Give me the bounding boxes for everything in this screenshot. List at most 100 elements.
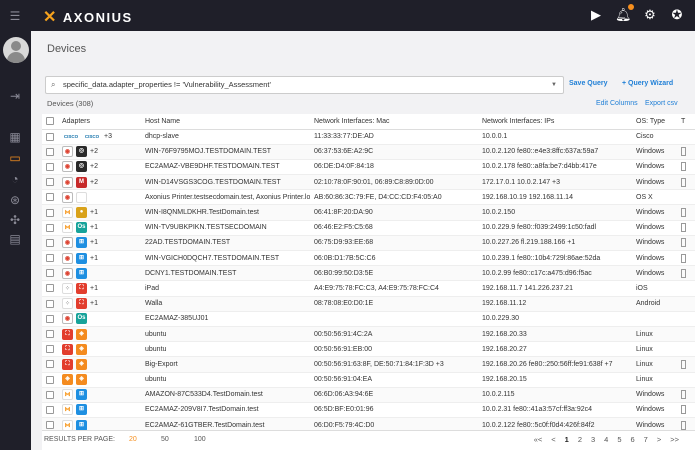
table-row[interactable]: ⁘ ⛶ +1 Walla 08:78:08:E0:D0:1E 192.168.11.12 A…	[42, 296, 695, 312]
row-checkbox[interactable]	[46, 178, 54, 187]
notifications-bell-icon[interactable]: 🔔︎	[615, 4, 634, 23]
chevron-down-icon[interactable]: ▼	[551, 77, 557, 93]
ips-cell: 10.0.2.31 fe80::41a3:57cf:ff3a:92c4	[478, 402, 632, 419]
page-link[interactable]: 7	[644, 435, 648, 444]
avatar[interactable]	[3, 37, 29, 63]
row-checkbox[interactable]	[46, 223, 54, 232]
ips-cell: 10.0.2.122 fe80::5c0f:f0d4:426f:84f2	[478, 417, 632, 430]
adapters-icon[interactable]: ✣	[8, 213, 22, 227]
row-checkbox[interactable]	[46, 147, 54, 156]
tag-indicator[interactable]	[681, 147, 686, 157]
table-row[interactable]: ⛶ ◈ ubuntu 00:50:56:91:EB:00 192.168.20.27 Li…	[42, 341, 695, 358]
row-checkbox[interactable]	[46, 421, 54, 430]
column-header-os-type[interactable]: OS: Type	[632, 114, 677, 130]
alerts-icon[interactable]: ⊛	[8, 193, 22, 207]
table-row[interactable]: ◉ Axonius Printer.testsecdomain.test, Axo…	[42, 189, 695, 206]
row-checkbox[interactable]	[46, 132, 54, 141]
page-link[interactable]: 4	[604, 435, 608, 444]
query-wizard-button[interactable]: + Query Wizard	[622, 80, 673, 87]
row-checkbox[interactable]	[46, 390, 54, 399]
row-checkbox[interactable]	[46, 360, 54, 369]
row-checkbox[interactable]	[46, 299, 54, 308]
mac-cell: 06:75:D9:93:EE:68	[310, 235, 478, 252]
table-row[interactable]: ◉ ⊞ DCNY1.TESTDOMAIN.TEST 06:B0:99:50:D3:5E…	[42, 265, 695, 282]
column-header-ips[interactable]: Network Interfaces: IPs	[478, 114, 632, 130]
row-checkbox[interactable]	[46, 405, 54, 414]
table-row[interactable]: ◉ ⊞ +1 WIN-VGICH0DQCH7.TESTDOMAIN.TEST 06:0B…	[42, 250, 695, 267]
row-checkbox[interactable]	[46, 162, 54, 171]
table-row[interactable]: ⋈ ● +1 WIN-I8QNMLDKHR.TestDomain.test 06:41:…	[42, 204, 695, 221]
page-size-option[interactable]: 100	[194, 436, 206, 443]
users-icon[interactable]: ◔	[8, 172, 22, 186]
page-size-option[interactable]: 20	[129, 436, 137, 443]
column-header-host-name[interactable]: Host Name	[141, 114, 310, 130]
first-page-button[interactable]: «<	[534, 435, 543, 444]
row-checkbox[interactable]	[46, 254, 54, 263]
page-link[interactable]: 2	[578, 435, 582, 444]
row-checkbox[interactable]	[46, 208, 54, 217]
row-checkbox[interactable]	[46, 284, 54, 293]
more-adapters-count: +2	[90, 148, 98, 156]
column-header-tags[interactable]: T	[677, 114, 695, 130]
table-row[interactable]: ◉ ⊞ +1 22AD.TESTDOMAIN.TEST 06:75:D9:93:EE:6…	[42, 235, 695, 252]
settings-gear-icon[interactable]: ⚙	[642, 7, 658, 23]
page-link[interactable]: 6	[631, 435, 635, 444]
tag-indicator[interactable]	[681, 162, 686, 172]
table-row[interactable]: ◉ M +2 WIN-D14VSGS3COG.TESTDOMAIN.TEST 02:10…	[42, 174, 695, 191]
table-row[interactable]: ⋈ Os +1 WIN-TV9UBKPIKN.TESTSECDOMAIN 06:46:E…	[42, 220, 695, 236]
tag-indicator[interactable]	[681, 253, 686, 263]
row-checkbox[interactable]	[46, 330, 54, 339]
tag-indicator[interactable]	[681, 238, 686, 248]
row-checkbox[interactable]	[46, 314, 54, 323]
tag-indicator[interactable]	[681, 208, 686, 218]
save-query-button[interactable]: Save Query	[569, 80, 608, 87]
table-row[interactable]: ⛶ ◈ ubuntu 00:50:56:91:4C:2A 192.168.20.33 Li…	[42, 326, 695, 343]
row-checkbox[interactable]	[46, 269, 54, 278]
os-type-cell: Linux	[632, 326, 677, 343]
tag-indicator[interactable]	[681, 405, 686, 415]
table-row[interactable]: ◉ ◎ +2 WIN-76F9795MOJ.TESTDOMAIN.TEST 06:37:…	[42, 144, 695, 160]
dashboard-icon[interactable]: ▦	[8, 130, 22, 144]
last-page-button[interactable]: >>	[670, 435, 679, 444]
table-row[interactable]: ◉ ◎ +2 EC2AMAZ-VBE9DHF.TESTDOMAIN.TEST 06:DE…	[42, 159, 695, 176]
table-row[interactable]: ◉ Os EC2AMAZ-385UJ01 10.0.229.30	[42, 311, 695, 327]
select-all-checkbox[interactable]	[46, 117, 54, 126]
table-row[interactable]: ⋈ ⊞ EC2AMAZ-61GTBER.TestDomain.test 06:D0:F…	[42, 417, 695, 430]
row-checkbox[interactable]	[46, 193, 54, 202]
page-link[interactable]: 1	[565, 435, 569, 444]
run-icon[interactable]: ▶	[588, 7, 604, 23]
help-icon[interactable]: ✪	[669, 7, 685, 23]
column-header-adapters[interactable]: Adapters	[58, 114, 141, 130]
tag-indicator[interactable]	[681, 223, 686, 233]
table-row[interactable]: CISCO CISCO +3 dhcp-slave 11:33:33:77:DE:AD 1…	[42, 129, 695, 145]
export-csv-link[interactable]: Export csv	[645, 100, 678, 107]
row-checkbox[interactable]	[46, 238, 54, 247]
reports-icon[interactable]: ▤	[8, 232, 22, 246]
tag-indicator[interactable]	[681, 268, 686, 278]
mac-cell: 06:6D:06:A3:94:6E	[310, 387, 478, 403]
edit-columns-link[interactable]: Edit Columns	[596, 100, 638, 107]
logout-icon[interactable]: ⇥	[8, 89, 22, 103]
tag-indicator[interactable]	[681, 390, 686, 400]
tag-indicator[interactable]	[681, 420, 686, 430]
menu-icon[interactable]: ☰	[8, 9, 22, 23]
row-checkbox[interactable]	[46, 375, 54, 384]
app-logo[interactable]: ✕ AXONIUS	[43, 7, 133, 27]
page-link[interactable]: 3	[591, 435, 595, 444]
tag-indicator[interactable]	[681, 359, 686, 369]
next-page-button[interactable]: >	[657, 435, 661, 444]
prev-page-button[interactable]: <	[551, 435, 555, 444]
page-size-option[interactable]: 50	[161, 436, 169, 443]
table-row[interactable]: ⋈ ⊞ AMAZON-87C533D4.TestDomain.test 06:6D:0…	[42, 387, 695, 403]
column-header-mac[interactable]: Network Interfaces: Mac	[310, 114, 478, 130]
table-row[interactable]: ⋈ ⊞ EC2AMAZ-209V8I7.TestDomain.test 06:5D:B…	[42, 402, 695, 419]
row-checkbox[interactable]	[46, 345, 54, 354]
table-row[interactable]: ⁘ ⛶ +1 iPad A4:E9:75:78:FC:C3, A4:E9:75:78:F…	[42, 280, 695, 297]
devices-icon[interactable]: ▭	[8, 151, 22, 165]
table-row[interactable]: ⛶ ◈ Big-Export 00:50:56:91:63:8F, DE:50:71:…	[42, 356, 695, 373]
host-name-cell: iPad	[141, 280, 310, 297]
tag-indicator[interactable]	[681, 177, 686, 187]
table-row[interactable]: ◈ ◈ ubuntu 00:50:56:91:04:EA 192.168.20.15 Li…	[42, 372, 695, 388]
query-input[interactable]: ⌕ specific_data.adapter_properties != 'V…	[45, 76, 564, 94]
page-link[interactable]: 5	[617, 435, 621, 444]
